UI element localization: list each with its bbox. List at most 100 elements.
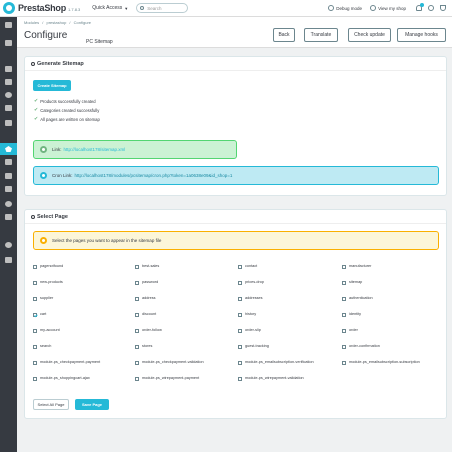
checkbox[interactable] (33, 376, 37, 381)
check-update-button[interactable]: Check update (348, 28, 391, 42)
page-checkbox-item[interactable]: module-ps_emailsubscription-verification (238, 360, 314, 365)
page-checkbox-item[interactable]: stores (135, 344, 152, 349)
shipping-icon[interactable] (5, 173, 12, 179)
dashboard-icon[interactable] (5, 40, 12, 46)
cron-link[interactable]: http://localhost178/modules/pcsitemap/cr… (75, 173, 233, 178)
create-sitemap-button[interactable]: Create Sitemap (33, 80, 71, 91)
checkbox-label: guest-tracking (245, 344, 269, 348)
translate-button[interactable]: Translate (304, 28, 338, 42)
view-shop-link[interactable]: View my shop (370, 5, 406, 11)
page-checkbox-item[interactable]: module-ps_wirepayment-payment (135, 376, 199, 381)
checkbox[interactable] (238, 296, 242, 301)
checkbox[interactable] (238, 312, 242, 317)
checkbox[interactable] (342, 264, 346, 269)
panel-heading: Generate Sitemap (25, 57, 446, 71)
checkbox[interactable] (33, 360, 37, 365)
page-checkbox-item[interactable]: addresses (238, 296, 263, 301)
marketing-icon[interactable] (5, 214, 12, 220)
page-checkbox-item[interactable]: order-confirmation (342, 344, 380, 349)
trophy-icon[interactable] (440, 5, 446, 11)
quick-access-menu[interactable]: Quick Access ▼ (92, 5, 128, 11)
checkbox[interactable] (135, 280, 139, 285)
quick-access-label: Quick Access (92, 5, 123, 11)
checkbox[interactable] (135, 312, 139, 317)
page-checkbox-item[interactable]: history (238, 312, 256, 317)
page-checkbox-item[interactable]: order (342, 328, 358, 333)
checkbox[interactable] (238, 264, 242, 269)
page-checkbox-item[interactable]: discount (135, 312, 156, 317)
checkbox-label: prices-drop (245, 280, 264, 284)
save-page-button[interactable]: Save Page (75, 399, 109, 410)
checkbox[interactable] (33, 264, 37, 269)
bell-icon[interactable] (416, 3, 424, 11)
page-checkbox-item[interactable]: pagenotfound (33, 264, 63, 269)
help-icon[interactable] (428, 5, 434, 11)
sitemap-link[interactable]: http://localhost178/sitemap.xml (64, 147, 126, 152)
customers-icon[interactable] (5, 92, 12, 98)
debug-mode-link[interactable]: Debug mode (328, 5, 362, 11)
checkbox[interactable] (135, 296, 139, 301)
page-checkbox-item[interactable]: best-sales (135, 264, 159, 269)
checkbox[interactable] (238, 360, 242, 365)
checkbox[interactable] (238, 376, 242, 381)
breadcrumb-modules[interactable]: Modules (24, 20, 39, 25)
checkbox[interactable] (342, 344, 346, 349)
page-checkbox-item[interactable]: module-ps_shoppingcart-ajax (33, 376, 90, 381)
payment-icon[interactable] (5, 186, 12, 192)
advanced-settings-icon[interactable] (5, 257, 12, 263)
manage-hooks-button[interactable]: Manage hooks (397, 28, 446, 42)
checkbox[interactable] (33, 312, 37, 317)
catalog-icon[interactable] (5, 79, 12, 85)
page-checkbox-item[interactable]: identity (342, 312, 361, 317)
checkbox[interactable] (33, 296, 37, 301)
page-checkbox-item[interactable]: module-ps_wirepayment-validation (238, 376, 304, 381)
page-checkbox-item[interactable]: address (135, 296, 156, 301)
checkbox[interactable] (342, 328, 346, 333)
checkbox[interactable] (238, 328, 242, 333)
page-checkbox-item[interactable]: module-ps_checkpayment-payment (33, 360, 100, 365)
checkbox[interactable] (135, 264, 139, 269)
page-checkbox-item[interactable]: search (33, 344, 51, 349)
design-icon[interactable] (5, 159, 12, 165)
checkbox[interactable] (342, 296, 346, 301)
page-checkbox-item[interactable]: supplier (33, 296, 53, 301)
checkbox[interactable] (33, 344, 37, 349)
select-all-button[interactable]: Select All Page (33, 399, 69, 410)
page-checkbox-item[interactable]: manufacturer (342, 264, 371, 269)
modules-menu-item[interactable] (0, 143, 17, 155)
back-button[interactable]: Back (273, 28, 295, 42)
page-checkbox-item[interactable]: order-follow (135, 328, 162, 333)
logo[interactable]: PrestaShop 1.7.8.3 (3, 2, 80, 14)
checkbox[interactable] (238, 280, 242, 285)
page-checkbox-item[interactable]: authentication (342, 296, 373, 301)
checkbox[interactable] (135, 328, 139, 333)
page-checkbox-item[interactable]: cart (33, 312, 46, 317)
collapse-menu-icon[interactable] (5, 22, 12, 28)
page-checkbox-item[interactable]: guest-tracking (238, 344, 269, 349)
page-checkbox-item[interactable]: password (135, 280, 158, 285)
checkbox[interactable] (33, 280, 37, 285)
customer-service-icon[interactable] (5, 105, 12, 111)
breadcrumb-prestashop[interactable]: prestashop (47, 20, 67, 25)
orders-icon[interactable] (5, 66, 12, 72)
page-checkbox-item[interactable]: module-ps_emailsubscription-subscription (342, 360, 429, 365)
checkbox[interactable] (33, 328, 37, 333)
settings-icon[interactable] (5, 242, 12, 248)
checkbox[interactable] (342, 312, 346, 317)
search-input[interactable]: Search (136, 3, 189, 13)
page-checkbox-item[interactable]: order-slip (238, 328, 261, 333)
page-checkbox-item[interactable]: sitemap (342, 280, 362, 285)
checkbox[interactable] (238, 344, 242, 349)
page-checkbox-item[interactable]: my-account (33, 328, 60, 333)
checkbox[interactable] (135, 376, 139, 381)
international-icon[interactable] (5, 201, 12, 207)
page-checkbox-item[interactable]: prices-drop (238, 280, 264, 285)
checkbox[interactable] (342, 280, 346, 285)
page-checkbox-item[interactable]: module-ps_checkpayment-validation (135, 360, 204, 365)
page-checkbox-item[interactable]: new-products (33, 280, 63, 285)
stats-icon[interactable] (5, 120, 12, 126)
checkbox[interactable] (135, 344, 139, 349)
page-checkbox-item[interactable]: contact (238, 264, 257, 269)
checkbox[interactable] (342, 360, 346, 365)
checkbox[interactable] (135, 360, 139, 365)
